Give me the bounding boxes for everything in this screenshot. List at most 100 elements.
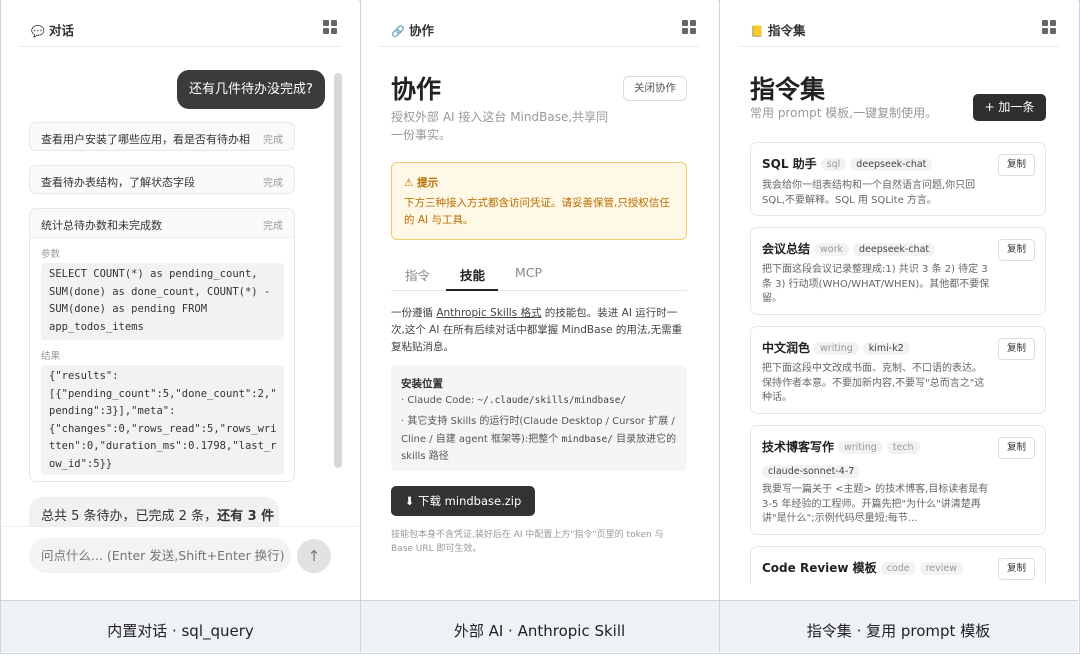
warning-title: ⚠ 提示	[404, 177, 439, 189]
prompts-topbar: 📒 指令集	[738, 0, 1060, 47]
prompt-card-title-row: Code Review 模板 code review	[762, 559, 964, 576]
tool-call-status: 完成	[263, 135, 283, 146]
tool-call-1[interactable]: 查看用户安装了哪些应用，看是否有待办相... 完成	[29, 122, 295, 151]
install-location-box: 安装位置 · Claude Code: ~/.claude/skills/min…	[391, 365, 687, 471]
prompt-card-body: 我要写一篇关于 <主题> 的技术博客,目标读者是有 3-5 年经验的工程师。开篇…	[762, 484, 989, 524]
caption-divider	[719, 600, 720, 652]
tool-call-name: 查看待办表结构，了解状态字段	[41, 176, 195, 189]
copy-button[interactable]: 复制	[998, 558, 1035, 580]
tool-call-status: 完成	[263, 178, 283, 189]
caption-prompts: 指令集 · 复用 prompt 模板	[806, 622, 991, 640]
prompt-card-title-row: SQL 助手 sql deepseek-chat	[762, 155, 933, 172]
prompt-card[interactable]: 技术博客写作 writing tech claude-sonnet-4-7 复制 我…	[750, 425, 1046, 535]
copy-button[interactable]: 复制	[998, 437, 1035, 459]
install-line-claude-code: · Claude Code: ~/.claude/skills/mindbase…	[401, 395, 626, 406]
result-label: 结果	[41, 351, 61, 362]
tool-call-name: 统计总待办数和未完成数	[41, 219, 162, 232]
prompt-card-body: 我会给你一组表结构和一个自然语言问题,你只回SQL,不要解释。SQL 用 SQL…	[762, 180, 976, 206]
active-tab-indicator	[446, 289, 498, 291]
arrow-up-icon: ↑	[307, 547, 321, 565]
tab-mcp[interactable]: MCP	[515, 265, 542, 280]
result-code: {"results": [{"pending_count":5,"done_co…	[41, 365, 284, 475]
params-code: SELECT COUNT(*) as pending_count, SUM(do…	[41, 263, 284, 340]
chat-input[interactable]	[29, 538, 291, 573]
prompt-tag: work	[814, 243, 850, 256]
grid-icon[interactable]	[323, 20, 337, 34]
chat-scrollbar[interactable]	[334, 73, 342, 468]
prompt-tag: code	[880, 562, 916, 575]
prompt-model-tag: deepseek-chat	[853, 243, 936, 256]
send-button[interactable]: ↑	[297, 539, 331, 573]
anthropic-skills-link[interactable]: Anthropic Skills 格式	[436, 307, 541, 319]
collab-title-label: 协作	[409, 23, 435, 38]
prompt-tag: writing	[814, 342, 859, 355]
user-message: 还有几件待办没完成?	[177, 70, 325, 109]
prompt-card-body: 把下面这段中文改成书面、克制、不口语的表达。保持作者本意。不要加新内容,不要写"…	[762, 363, 985, 403]
assistant-message-bold: 还有 3 件	[217, 509, 275, 524]
copy-button[interactable]: 复制	[998, 338, 1035, 360]
prompt-card-title: 技术博客写作	[762, 440, 835, 454]
tool-call-status: 完成	[263, 221, 283, 232]
prompt-card-title: Code Review 模板	[762, 561, 877, 575]
caption-divider	[360, 600, 361, 652]
prompt-card[interactable]: SQL 助手 sql deepseek-chat 复制 我会给你一组表结构和一个自然…	[750, 142, 1046, 216]
copy-button[interactable]: 复制	[998, 239, 1035, 261]
prompt-card-title-row: 会议总结 work deepseek-chat	[762, 240, 936, 257]
collab-subtitle: 授权外部 AI 接入这台 MindBase,共享同一份事实。	[391, 110, 609, 142]
prompts-heading: 指令集	[750, 75, 826, 104]
book-icon: 📒	[750, 25, 764, 38]
install-title: 安装位置	[401, 378, 443, 390]
prompt-tag: writing	[838, 441, 883, 454]
prompt-card-body: 把下面这段会议记录整理成:1) 共识 3 条 2) 待定 3 条 3) 行动项(…	[762, 264, 990, 304]
collab-title: 🔗 协作	[391, 20, 434, 39]
prompt-model-row: claude-sonnet-4-7	[762, 460, 861, 479]
prompt-card[interactable]: 会议总结 work deepseek-chat 复制 把下面这段会议记录整理成:1)…	[750, 227, 1046, 315]
collab-heading: 协作	[391, 75, 442, 104]
prompt-card[interactable]: 中文润色 writing kimi-k2 复制 把下面这段中文改成书面、克制、不口语…	[750, 326, 1046, 414]
prompts-title-label: 指令集	[768, 23, 806, 38]
chat-panel: 💬 对话 还有几件待办没完成? 查看用户安装了哪些应用，看是否有待办相... 完成…	[1, 0, 359, 600]
prompts-list-clip	[720, 584, 1078, 600]
grid-icon[interactable]	[682, 20, 696, 34]
assistant-message-text: 总共 5 条待办，已完成 2 条，	[41, 509, 218, 524]
panel-divider	[360, 0, 361, 652]
tab-skills[interactable]: 技能	[460, 265, 485, 284]
prompt-tag: review	[919, 562, 964, 575]
tool-call-2[interactable]: 查看待办表结构，了解状态字段 完成	[29, 165, 295, 194]
prompts-panel: 📒 指令集 指令集 常用 prompt 模板,一键复制使用。 + 加一条 SQL …	[720, 0, 1078, 600]
close-collab-button[interactable]: 关闭协作	[623, 76, 687, 101]
collab-topbar: 🔗 协作	[379, 0, 700, 47]
panel-divider	[719, 0, 720, 652]
chat-title-label: 对话	[49, 23, 75, 38]
chat-bubble-icon: 💬	[31, 25, 45, 38]
install-path: ~/.claude/skills/mindbase/	[477, 395, 627, 406]
prompt-tag: sql	[820, 158, 847, 171]
install-line-prefix: · Claude Code:	[401, 395, 478, 406]
download-button[interactable]: ⬇ 下载 mindbase.zip	[391, 486, 535, 516]
tool-call-name: 查看用户安装了哪些应用，看是否有待办相...	[41, 133, 251, 146]
chat-topbar: 💬 对话	[19, 0, 341, 47]
warning-body: 下方三种接入方式都含访问凭证。请妥善保管,只授权信任的 AI 与工具。	[404, 197, 670, 226]
install-line-other: · 其它支持 Skills 的运行时(Claude Desktop / Curs…	[401, 413, 681, 466]
tool-call-3[interactable]: 统计总待办数和未完成数 完成 参数 SELECT COUNT(*) as pen…	[29, 208, 295, 482]
caption-row: 内置对话 · sql_query 外部 AI · Anthropic Skill…	[1, 600, 1078, 652]
collab-tabs: 指令 技能 MCP	[391, 259, 687, 291]
prompt-card-title-row: 中文润色 writing kimi-k2	[762, 339, 910, 356]
chat-input-bar: ↑	[1, 526, 359, 600]
caption-collab: 外部 AI · Anthropic Skill	[453, 622, 626, 640]
prompt-model-tag: deepseek-chat	[850, 158, 933, 171]
add-prompt-button[interactable]: + 加一条	[973, 94, 1046, 121]
tab-instructions[interactable]: 指令	[405, 265, 430, 284]
skill-footnote: 技能包本身不含凭证,装好后在 AI 中配置上方"指令"页里的 token 与 B…	[391, 530, 664, 554]
prompt-card-title-row: 技术博客写作 writing tech	[762, 438, 920, 455]
desc-prefix: 一份遵循	[391, 307, 437, 319]
prompt-card-title: SQL 助手	[762, 157, 817, 171]
copy-button[interactable]: 复制	[998, 154, 1035, 176]
prompt-model-tag: claude-sonnet-4-7	[762, 465, 861, 478]
skill-description: 一份遵循 Anthropic Skills 格式 的技能包。装进 AI 运行时一…	[391, 305, 687, 356]
link-icon: 🔗	[391, 25, 405, 38]
grid-icon[interactable]	[1042, 20, 1056, 34]
prompt-card-title: 会议总结	[762, 242, 811, 256]
install-path: mindbase/	[561, 433, 613, 445]
warning-box: ⚠ 提示 下方三种接入方式都含访问凭证。请妥善保管,只授权信任的 AI 与工具。	[391, 162, 687, 240]
